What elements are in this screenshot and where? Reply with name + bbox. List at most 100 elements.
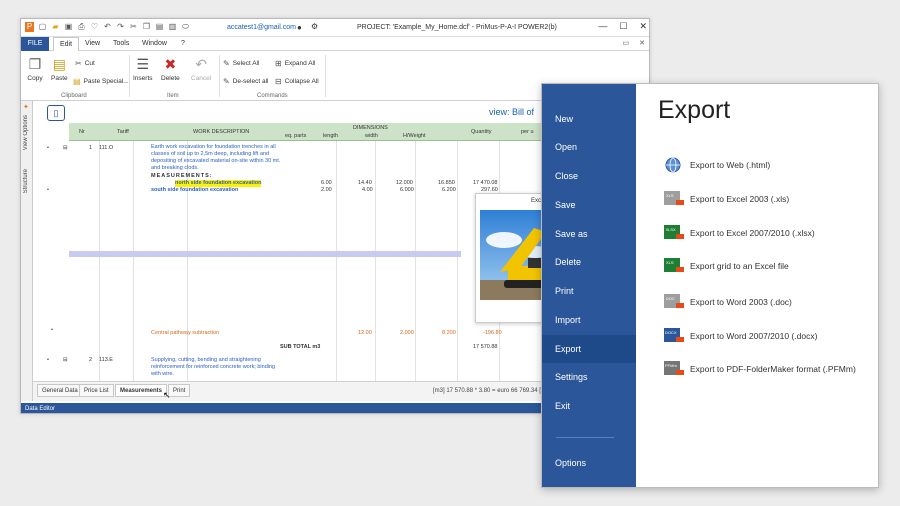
- xlsx-icon: XLSX: [664, 225, 684, 239]
- undo-icon[interactable]: ↶: [103, 22, 112, 32]
- collapse-toggle-icon[interactable]: ⊟: [63, 145, 68, 152]
- selected-row[interactable]: [69, 251, 461, 257]
- menu-export[interactable]: Export: [542, 335, 636, 363]
- cancel-button[interactable]: ↶ Cancel: [191, 55, 211, 82]
- ribbon-separator: [219, 55, 220, 97]
- print-icon[interactable]: ⎙: [77, 22, 86, 32]
- delete-button[interactable]: ✖ Delete: [161, 55, 180, 82]
- structure-tab[interactable]: Structure: [23, 169, 29, 193]
- south-measurement[interactable]: south side foundation excavation: [151, 187, 238, 194]
- file-tab[interactable]: FILE: [21, 37, 49, 51]
- north-measurement[interactable]: north side foundation excavation: [175, 180, 262, 187]
- view-options-tab[interactable]: View Options: [23, 115, 29, 150]
- deselect-all-button[interactable]: ✎ De-select all: [223, 77, 268, 86]
- item-description-line[interactable]: reinforcement for reinforced concrete wo…: [151, 364, 275, 371]
- pin-icon[interactable]: ✦: [23, 103, 29, 111]
- user-icon[interactable]: ●: [297, 23, 302, 32]
- subtraction-length[interactable]: 12.00: [358, 330, 372, 337]
- close-button[interactable]: ✕: [639, 21, 647, 32]
- new-file-icon[interactable]: ▢: [38, 22, 47, 32]
- export-docx-option[interactable]: DOCX Export to Word 2007/2010 (.docx): [664, 325, 817, 347]
- eq-value[interactable]: 2.00: [321, 187, 332, 194]
- subtraction-height[interactable]: 8.200: [442, 330, 456, 337]
- height-value[interactable]: 6.200: [442, 187, 456, 194]
- inserts-button[interactable]: ☰ Inserts: [133, 55, 153, 82]
- length-value[interactable]: 14.40: [358, 180, 372, 187]
- minimize-button[interactable]: —: [598, 21, 607, 32]
- item-tariff[interactable]: 113.E: [99, 357, 113, 364]
- cut-button[interactable]: ✂ Cut: [75, 59, 95, 68]
- paste-special-button[interactable]: ▤ Paste Special...: [73, 77, 129, 86]
- menu-close[interactable]: Close: [542, 163, 636, 189]
- width-value[interactable]: 6.000: [400, 187, 414, 194]
- subtraction-description[interactable]: Central pathway subtraction: [151, 330, 219, 337]
- subtotal-quantity: 17 570.88: [473, 344, 498, 350]
- menu-settings[interactable]: Settings: [542, 364, 636, 390]
- tab-general-data[interactable]: General Data: [37, 384, 83, 397]
- copy-icon[interactable]: ❐: [142, 22, 151, 32]
- open-folder-icon[interactable]: ▰: [51, 22, 60, 32]
- menu-new[interactable]: New: [542, 106, 636, 132]
- copy-button[interactable]: ❐ Copy: [27, 55, 43, 82]
- item-description-line[interactable]: with wire.: [151, 371, 174, 378]
- export-xlsx-option[interactable]: XLSX Export to Excel 2007/2010 (.xlsx): [664, 222, 815, 244]
- menu-print[interactable]: Print: [542, 278, 636, 304]
- select-all-label: Select All: [232, 60, 260, 67]
- item-description-line[interactable]: classes of soil up to 2,5m deep, includi…: [151, 151, 269, 158]
- item-description-line[interactable]: Earth work excavation for foundation tre…: [151, 144, 276, 151]
- subtraction-width[interactable]: 2.000: [400, 330, 414, 337]
- export-grid-excel-option[interactable]: XLS Export grid to an Excel file: [664, 255, 789, 277]
- tab-measurements[interactable]: Measurements: [115, 384, 168, 397]
- close-doc-icon[interactable]: ✕: [639, 39, 645, 47]
- inserts-label: Inserts: [133, 75, 153, 82]
- paste-icon[interactable]: ▤: [155, 22, 164, 32]
- view-label: view: Bill of: [489, 107, 535, 117]
- tab-print[interactable]: Print: [168, 384, 191, 397]
- item-description-line[interactable]: and breaking clods.: [151, 165, 199, 172]
- menu-save-as[interactable]: Save as: [542, 221, 636, 247]
- expand-all-button[interactable]: ⊞ Expand All: [275, 59, 315, 68]
- save-icon[interactable]: ▣: [64, 22, 73, 32]
- menu-delete[interactable]: Delete: [542, 249, 636, 275]
- deselect-all-icon: ✎: [223, 77, 230, 86]
- maximize-button[interactable]: ☐: [619, 21, 627, 32]
- book-icon[interactable]: ▯: [47, 105, 65, 121]
- tab-tools[interactable]: Tools: [113, 37, 129, 51]
- menu-options[interactable]: Options: [542, 450, 636, 476]
- tab-price-list[interactable]: Price List: [79, 384, 114, 397]
- eq-value[interactable]: 6.00: [321, 180, 332, 187]
- cut-icon[interactable]: ✂: [129, 22, 138, 32]
- export-pfm-option[interactable]: PFMm Export to PDF-FolderMaker format (.…: [664, 358, 856, 380]
- redo-icon[interactable]: ↷: [116, 22, 125, 32]
- ribbon-separator: [129, 55, 130, 97]
- export-xls-option[interactable]: XLS Export to Excel 2003 (.xls): [664, 188, 789, 210]
- grid-line: [415, 141, 416, 381]
- user-email[interactable]: accatest1@gmail.com: [227, 24, 296, 31]
- length-value[interactable]: 4.00: [362, 187, 373, 194]
- menu-exit[interactable]: Exit: [542, 393, 636, 419]
- export-doc-option[interactable]: DOC Export to Word 2003 (.doc): [664, 291, 792, 313]
- select-all-button[interactable]: ✎ Select All: [223, 59, 259, 68]
- mouse-icon[interactable]: ⬭: [181, 22, 190, 32]
- heart-icon[interactable]: ♡: [90, 22, 99, 32]
- item-description-line[interactable]: depositing of excavated material on-site…: [151, 158, 280, 165]
- tab-view[interactable]: View: [85, 37, 100, 51]
- menu-open[interactable]: Open: [542, 134, 636, 160]
- paste-button[interactable]: ▤ Paste: [51, 55, 68, 82]
- tab-edit[interactable]: Edit: [53, 37, 80, 51]
- tab-window[interactable]: Window: [142, 37, 167, 51]
- row-bullet: •: [47, 145, 49, 151]
- tab-help[interactable]: ?: [181, 37, 185, 51]
- menu-import[interactable]: Import: [542, 307, 636, 333]
- collapse-all-button[interactable]: ⊟ Collapse All: [275, 77, 319, 86]
- item-tariff[interactable]: 111.O: [99, 145, 113, 152]
- settings-icon[interactable]: ⚙: [311, 22, 318, 31]
- menu-save[interactable]: Save: [542, 192, 636, 218]
- export-web-option[interactable]: Export to Web (.html): [664, 154, 770, 176]
- width-value[interactable]: 12.000: [396, 180, 413, 187]
- collapse-toggle-icon[interactable]: ⊟: [63, 357, 68, 364]
- restore-doc-icon[interactable]: ▭: [623, 39, 630, 47]
- height-value[interactable]: 16.850: [438, 180, 455, 187]
- clip-icon[interactable]: ▥: [168, 22, 177, 32]
- item-description-line[interactable]: Supplying, cutting, bending and straight…: [151, 357, 261, 364]
